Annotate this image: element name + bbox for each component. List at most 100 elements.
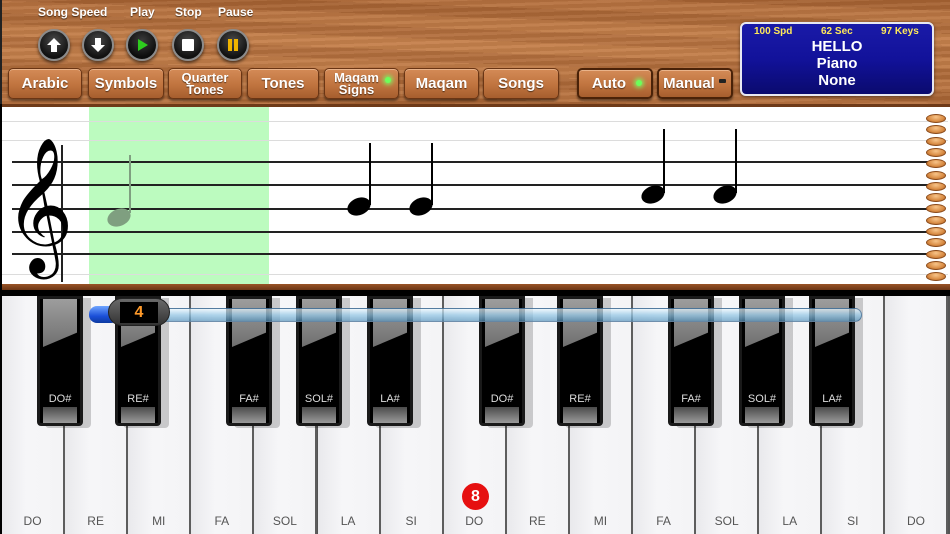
- black-key-label: SOL#: [747, 393, 777, 405]
- black-key-label: LA#: [822, 393, 842, 405]
- white-key-label: SOL: [272, 514, 297, 528]
- maqam-name: None: [818, 72, 856, 89]
- key-highlight: [43, 299, 77, 347]
- key-highlight: [815, 299, 849, 347]
- wood-divider: [2, 284, 950, 290]
- current-note-highlight: [89, 107, 269, 284]
- pause-button[interactable]: [217, 29, 249, 61]
- scroll-bead: [926, 260, 946, 270]
- key-bevel: [563, 407, 597, 423]
- play-button[interactable]: [126, 29, 158, 61]
- note-stem: [369, 143, 371, 205]
- black-key-label: SOL#: [304, 393, 334, 405]
- key-highlight: [302, 299, 336, 347]
- time-readout: 62 Sec: [821, 26, 853, 37]
- song-title: HELLO: [811, 38, 863, 55]
- tab-songs[interactable]: Songs: [483, 68, 559, 99]
- key-highlight: [373, 299, 407, 347]
- scroll-bead: [926, 272, 946, 282]
- note-stem: [663, 129, 665, 193]
- ledger-line: [2, 140, 948, 141]
- key-highlight: [563, 299, 597, 347]
- auto-led-indicator: [636, 80, 642, 86]
- pause-icon: [228, 39, 238, 51]
- scroll-bead: [926, 136, 946, 146]
- tab-quarter-tones-label: Quarter Tones: [181, 69, 229, 97]
- staff-line: [12, 253, 930, 255]
- stop-icon: [182, 39, 194, 51]
- note-stem: [129, 155, 131, 213]
- white-key-label: FA: [656, 514, 671, 528]
- song-info-panel: 100 Spd 62 Sec 97 Keys HELLO Piano None: [740, 22, 934, 96]
- white-key-label: LA: [340, 514, 356, 528]
- treble-clef-icon: 𝄞: [4, 135, 74, 273]
- speed-down-button[interactable]: [82, 29, 114, 61]
- white-key-label: DO: [465, 514, 484, 528]
- scroll-bead: [926, 227, 946, 236]
- key-bevel: [745, 407, 779, 423]
- octave-slider-thumb[interactable]: 4: [108, 298, 170, 326]
- black-key-label: DO#: [48, 393, 72, 405]
- top-toolbar: Song Speed Play Stop Pause Arabic Symbol…: [0, 0, 950, 104]
- scroll-bead: [926, 238, 946, 248]
- key-bevel: [674, 407, 708, 423]
- auto-mode-toggle[interactable]: Auto: [577, 68, 653, 99]
- black-key-label: LA#: [380, 393, 400, 405]
- scroll-bead: [926, 249, 946, 259]
- white-key-label: RE: [529, 514, 546, 528]
- tab-maqam-label: Maqam: [415, 75, 468, 92]
- manual-mode-toggle[interactable]: Manual: [657, 68, 733, 99]
- octave-marker-badge: 8: [462, 483, 489, 510]
- tab-tones[interactable]: Tones: [247, 68, 319, 99]
- white-key-label: DO: [906, 514, 925, 528]
- scroll-bead: [926, 114, 946, 123]
- black-key-label: RE#: [569, 393, 591, 405]
- key-highlight: [674, 299, 708, 347]
- tab-tones-label: Tones: [261, 75, 305, 92]
- staff-line: [12, 161, 930, 163]
- arrow-up-icon: [47, 38, 61, 52]
- stop-button[interactable]: [172, 29, 204, 61]
- tab-maqam-signs[interactable]: Maqam Signs: [324, 68, 399, 99]
- note-stem: [735, 129, 737, 193]
- note-stem: [431, 143, 433, 205]
- staff-line: [12, 231, 930, 233]
- scroll-bead: [926, 181, 946, 191]
- white-key-label: FA: [214, 514, 230, 528]
- manual-led-indicator: [719, 79, 726, 83]
- black-key-label: RE#: [127, 393, 149, 405]
- maqam-signs-led-indicator: [385, 77, 391, 83]
- tab-maqam[interactable]: Maqam: [404, 68, 479, 99]
- tab-symbols[interactable]: Symbols: [88, 68, 164, 99]
- scroll-bead: [926, 125, 946, 135]
- tab-arabic[interactable]: Arabic: [8, 68, 82, 99]
- white-key-label: DO: [23, 514, 42, 528]
- key-highlight: [232, 299, 266, 347]
- instrument-name: Piano: [816, 55, 858, 72]
- speed-up-button[interactable]: [38, 29, 70, 61]
- key-highlight: [485, 299, 519, 347]
- ledger-line: [2, 274, 948, 275]
- white-key-label: LA: [782, 514, 798, 528]
- octave-slider-track[interactable]: [94, 308, 862, 322]
- scroll-bead: [926, 204, 946, 214]
- scroll-bead: [926, 193, 946, 203]
- scroll-bead: [926, 215, 946, 225]
- white-key-label: MI: [593, 514, 608, 528]
- white-key-label: MI: [152, 514, 166, 528]
- music-staff: 𝄞: [2, 104, 950, 290]
- play-icon: [138, 39, 148, 51]
- staff-line: [12, 184, 930, 186]
- black-key-label: FA#: [239, 393, 259, 405]
- key-bevel: [302, 407, 336, 423]
- stop-label: Stop: [175, 5, 202, 19]
- black-key[interactable]: DO#: [37, 296, 83, 426]
- octave-slider-value: 4: [120, 302, 158, 323]
- white-key[interactable]: DO: [885, 296, 949, 534]
- speed-readout: 100 Spd: [754, 26, 793, 37]
- key-bevel: [232, 407, 266, 423]
- key-bevel: [43, 407, 77, 423]
- tab-quarter-tones[interactable]: Quarter Tones: [168, 68, 242, 99]
- pause-label: Pause: [218, 5, 254, 19]
- key-bevel: [485, 407, 519, 423]
